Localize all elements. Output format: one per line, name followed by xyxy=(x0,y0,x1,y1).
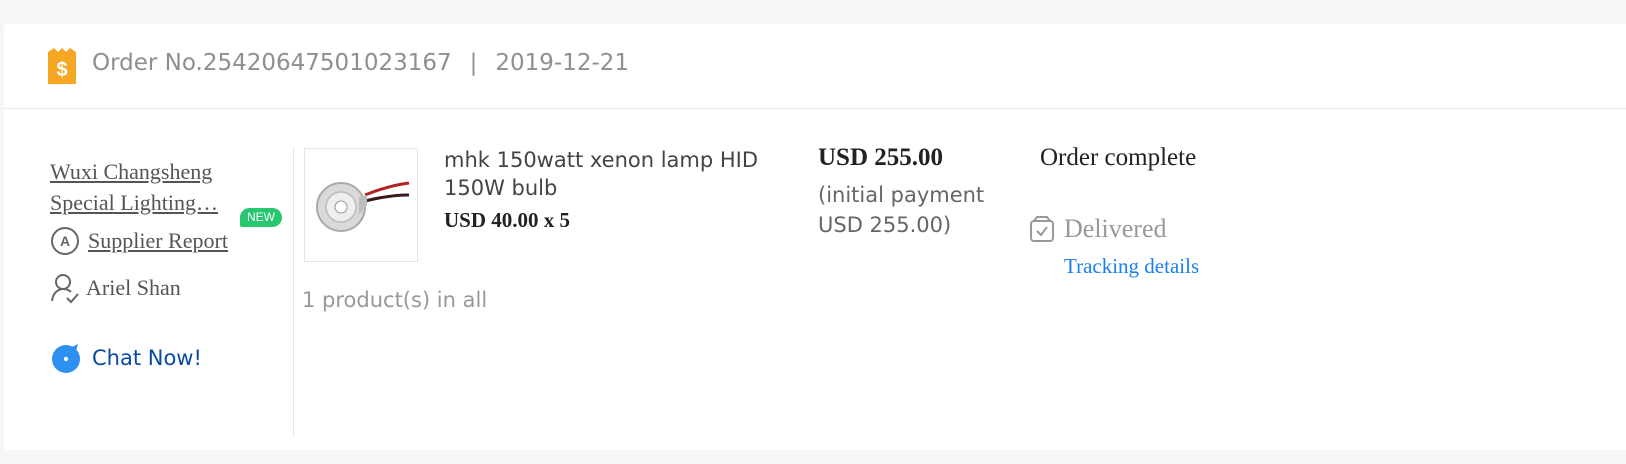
chat-now-label: Chat Now! xyxy=(92,346,202,370)
chat-bubble-icon xyxy=(52,344,80,373)
supplier-name-link[interactable]: Wuxi Changsheng Special Lighting… xyxy=(50,156,250,218)
order-card: $ Order No.25420647501023167 | 2019-12-21 … xyxy=(4,24,1626,450)
product-thumbnail[interactable] xyxy=(304,148,418,262)
order-separator: | xyxy=(469,50,478,76)
product-unit-price: USD 40.00 x 5 xyxy=(444,208,571,232)
chat-now-button[interactable]: Chat Now! xyxy=(50,342,202,374)
contact-name: Ariel Shan xyxy=(86,275,181,300)
svg-text:$: $ xyxy=(56,59,67,81)
box-check-icon xyxy=(1030,216,1054,242)
person-check-icon xyxy=(51,274,79,304)
contact-row: Ariel Shan xyxy=(50,272,181,304)
new-badge: NEW xyxy=(240,208,282,227)
order-status: Order complete xyxy=(1040,144,1197,171)
supplier-a-icon: A xyxy=(51,227,79,255)
delivery-status: Delivered xyxy=(1064,214,1167,243)
order-shield-icon: $ xyxy=(48,48,76,84)
delivery-status-row: Delivered xyxy=(1028,214,1167,244)
column-divider xyxy=(293,148,294,436)
supplier-report-link[interactable]: Supplier Report xyxy=(88,228,228,254)
lamp-image-icon xyxy=(316,181,410,232)
order-number-line: Order No.25420647501023167 | 2019-12-21 xyxy=(92,50,629,76)
order-number: Order No.25420647501023167 xyxy=(92,50,452,76)
order-total: USD 255.00 xyxy=(818,144,944,171)
supplier-column: Wuxi Changsheng Special Lighting… A Supp… xyxy=(50,154,290,434)
tracking-details-link[interactable]: Tracking details xyxy=(1064,254,1199,279)
product-title-link[interactable]: mhk 150watt xenon lamp HID 150W bulb xyxy=(444,146,774,202)
order-header: $ Order No.25420647501023167 | 2019-12-21 xyxy=(4,24,1626,109)
order-date: 2019-12-21 xyxy=(495,50,630,76)
initial-payment: (initial payment USD 255.00) xyxy=(818,183,985,237)
product-count: 1 product(s) in all xyxy=(302,288,488,312)
svg-text:A: A xyxy=(60,233,70,249)
supplier-report-row[interactable]: A Supplier Report xyxy=(50,224,228,258)
